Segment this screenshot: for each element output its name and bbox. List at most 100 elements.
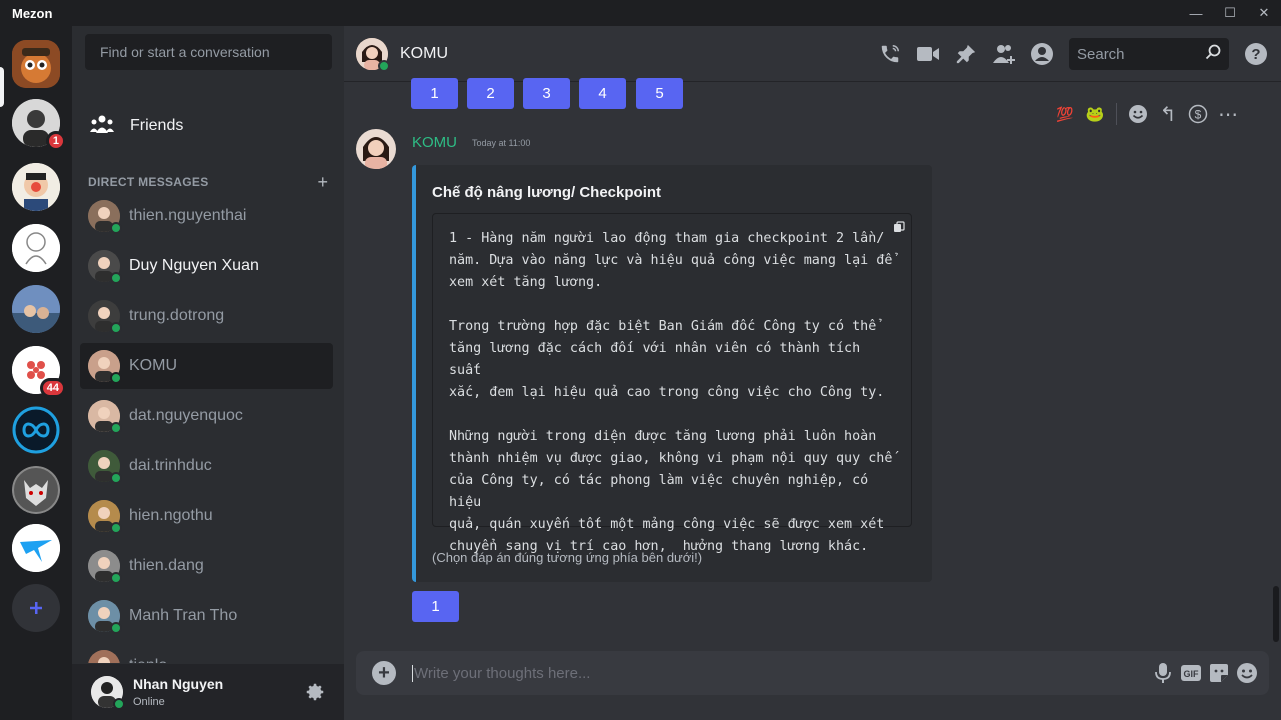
embed-footer: (Chọn đáp án đúng tương ứng phía bên dướ… [432,550,703,565]
choice-button-1[interactable]: 1 [411,78,458,109]
more-options-icon[interactable]: ⋯ [1213,99,1243,129]
composer-actions: GIF [1149,651,1261,695]
active-server-indicator [0,67,4,107]
dm-item[interactable]: thien.nguyenthai [80,193,333,239]
answer-button-1[interactable]: 1 [412,591,459,622]
dm-item[interactable]: dat.nguyenquoc [80,393,333,439]
message-author[interactable]: KOMU [412,134,457,151]
choice-button-5[interactable]: 5 [636,78,683,109]
avatar [88,450,122,484]
server-rail: 1 44 [0,26,72,720]
server-icon-6[interactable]: 44 [12,346,66,398]
dm-name: Duy Nguyen Xuan [129,257,259,274]
create-dm-icon[interactable]: + [317,173,328,191]
app-title: Mezon [12,5,53,21]
dm-item[interactable]: thien.dang [80,543,333,589]
code-text: 1 - Hàng năm người lao động tham gia che… [449,231,893,554]
close-button[interactable]: ✕ [1247,0,1281,26]
online-status-icon [110,422,122,434]
dm-sidebar: Find or start a conversation Friends DIR… [72,26,344,720]
add-member-icon[interactable] [985,35,1023,73]
header-search-placeholder: Search [1077,45,1125,63]
unread-badge: 1 [45,131,66,151]
server-icon-1[interactable] [12,40,60,88]
message-toolbar: 💯 🐸 ↰ $ ⋯ [1050,97,1243,131]
maximize-button[interactable]: ☐ [1213,0,1247,26]
server-icon-9[interactable] [12,524,60,572]
online-status-icon [110,472,122,484]
header-search-input[interactable]: Search [1069,38,1229,70]
reaction-pepe-icon[interactable]: 🐸 [1080,99,1110,129]
chat-panel: KOMU Search ? 1 2 3 4 5 💯 🐸 ↰ $ ⋯ KOMU T… [344,26,1281,720]
dm-item[interactable]: dai.trinhduc [80,443,333,489]
server-icon-2[interactable]: 1 [12,99,66,151]
online-status-icon [110,222,122,234]
embed-title: Chế độ nâng lương/ Checkpoint [432,184,662,201]
dm-name: hien.ngothu [129,507,213,524]
find-conversation-input[interactable]: Find or start a conversation [85,34,332,70]
dm-item[interactable]: Duy Nguyen Xuan [80,243,333,289]
avatar[interactable] [356,129,396,169]
dm-item[interactable]: trung.dotrong [80,293,333,339]
online-status-icon [110,572,122,584]
dm-list: thien.nguyenthai Duy Nguyen Xuan trung.dot… [80,193,333,663]
minimize-button[interactable]: — [1179,0,1213,26]
server-icon-7[interactable] [12,406,60,454]
friends-nav-item[interactable]: Friends [80,106,333,146]
svg-text:?: ? [1251,46,1260,63]
reply-icon[interactable]: ↰ [1153,99,1183,129]
avatar [88,250,122,284]
dm-name: KOMU [129,357,177,374]
server-icon-8[interactable] [12,466,60,514]
user-name: Nhan Nguyen [133,676,224,692]
server-icon-3[interactable] [12,163,60,211]
server-icon-4[interactable] [12,224,60,272]
copy-icon[interactable] [893,220,905,238]
online-status-icon [113,698,125,710]
plus-icon [30,602,42,614]
dm-section-header: DIRECT MESSAGES + [88,173,328,191]
avatar [88,200,122,234]
gif-icon[interactable]: GIF [1177,659,1205,687]
message-timestamp: Today at 11:00 [472,138,531,148]
dm-name: trung.dotrong [129,307,225,324]
code-block: 1 - Hàng năm người lao động tham gia che… [432,213,912,554]
sticker-icon[interactable] [1205,659,1233,687]
dm-item[interactable]: Manh Tran Tho [80,593,333,639]
avatar[interactable] [356,37,390,72]
dm-item[interactable]: hien.ngothu [80,493,333,539]
toolbar-divider [1116,103,1117,125]
member-list-icon[interactable] [1023,35,1061,73]
scrollbar[interactable] [1273,586,1279,642]
choice-button-2[interactable]: 2 [467,78,514,109]
dm-header-label: DIRECT MESSAGES [88,175,209,189]
voice-call-icon[interactable] [871,35,909,73]
choice-button-4[interactable]: 4 [579,78,626,109]
friends-label: Friends [130,117,184,134]
online-status-icon [110,272,122,284]
add-server-button[interactable] [12,584,60,632]
dm-name: tienlo [129,657,167,663]
choice-button-3[interactable]: 3 [523,78,570,109]
server-icon-5[interactable] [12,285,60,333]
chat-title: KOMU [400,44,448,62]
microphone-icon[interactable] [1149,659,1177,687]
dm-item[interactable]: tienlo [80,643,333,663]
attach-plus-icon[interactable]: + [372,661,396,685]
friends-icon [90,113,114,140]
dm-item[interactable]: KOMU [80,343,333,389]
online-status-icon [110,622,122,634]
avatar [88,600,122,634]
message-input[interactable]: Write your thoughts here... [412,664,590,682]
gear-icon[interactable] [304,681,326,708]
message-composer: + Write your thoughts here... GIF [356,651,1269,695]
video-call-icon[interactable] [909,35,947,73]
emoji-icon[interactable] [1233,659,1261,687]
tip-icon[interactable]: $ [1183,99,1213,129]
avatar[interactable] [91,676,125,710]
help-icon[interactable]: ? [1237,35,1275,73]
reaction-100-icon[interactable]: 💯 [1050,99,1080,129]
pin-icon[interactable] [947,35,985,73]
dm-name: thien.nguyenthai [129,207,247,224]
add-reaction-icon[interactable] [1123,99,1153,129]
